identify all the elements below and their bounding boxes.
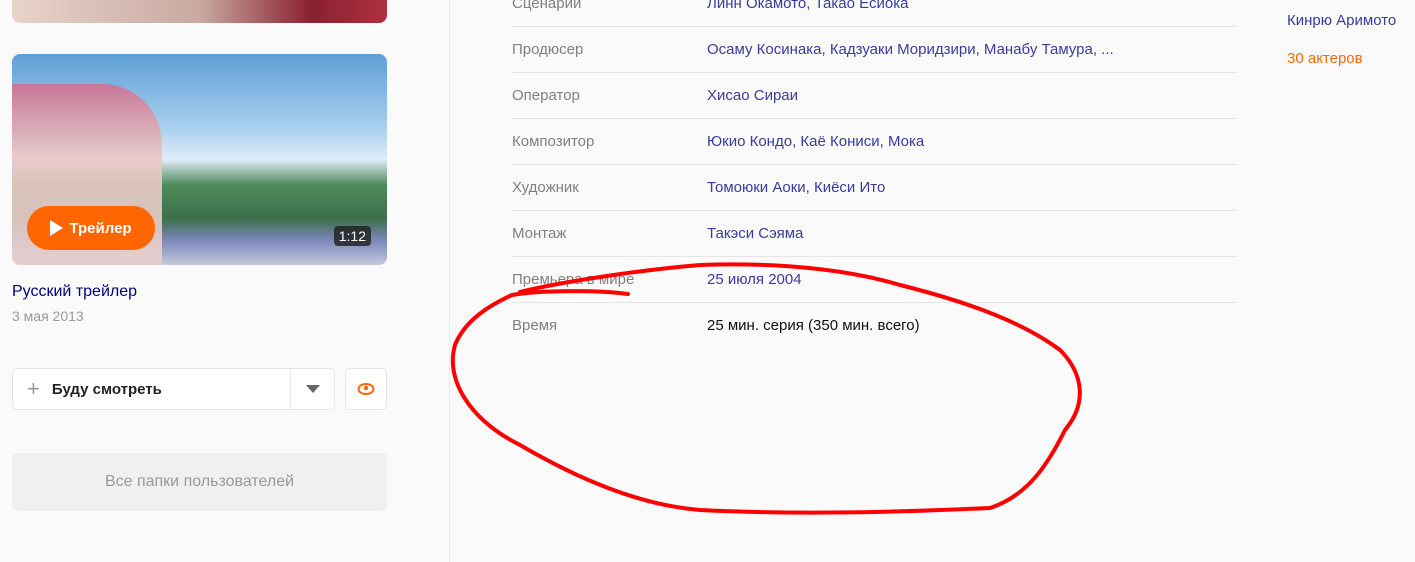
play-icon: [50, 220, 64, 236]
info-row-screenplay: Сценарий Линн Окамото, Такао Есиока: [512, 0, 1237, 27]
actor-link[interactable]: Кинрю Аримото: [1287, 12, 1396, 29]
trailer-title-link[interactable]: Русский трейлер: [12, 283, 137, 301]
watchlist-button[interactable]: + Буду смотреть: [13, 369, 290, 409]
info-row-artist: Художник Томоюки Аоки, Киёси Ито: [512, 165, 1237, 211]
info-value-link[interactable]: Линн Окамото, Такао Есиока: [707, 0, 908, 12]
eye-icon: [357, 383, 375, 395]
watchlist-dropdown-button[interactable]: [290, 369, 334, 409]
play-trailer-label: Трейлер: [69, 219, 132, 237]
info-row-runtime: Время 25 мин. серия (350 мин. всего): [512, 303, 1237, 348]
mark-watched-button[interactable]: [345, 368, 387, 410]
plus-icon: +: [27, 376, 40, 401]
trailer-duration: 1:12: [333, 226, 371, 246]
info-value-link[interactable]: Юкио Кондо, Каё Кониси, Мока: [707, 133, 924, 150]
info-row-premiere: Премьера в мире 25 июля 2004: [512, 257, 1237, 303]
trailer-thumbnail[interactable]: Трейлер 1:12: [12, 54, 387, 265]
info-label: Художник: [512, 179, 579, 196]
info-row-operator: Оператор Хисао Сираи: [512, 73, 1237, 119]
column-divider: [449, 0, 450, 562]
all-actors-link[interactable]: 30 актеров: [1287, 50, 1363, 67]
info-label: Время: [512, 317, 558, 334]
info-row-composer: Композитор Юкио Кондо, Каё Кониси, Мока: [512, 119, 1237, 165]
info-value: 25 мин. серия (350 мин. всего): [707, 317, 920, 334]
info-label: Композитор: [512, 133, 595, 150]
poster-image[interactable]: [12, 0, 387, 23]
watchlist-label: Буду смотреть: [51, 380, 162, 398]
info-label: Монтаж: [512, 225, 567, 242]
info-value-link[interactable]: Хисао Сираи: [707, 87, 798, 104]
watchlist-control: + Буду смотреть: [12, 368, 335, 410]
play-trailer-button[interactable]: Трейлер: [27, 206, 155, 250]
info-label: Продюсер: [512, 41, 584, 58]
info-label: Оператор: [512, 87, 580, 104]
info-label: Премьера в мире: [512, 271, 635, 288]
caret-down-icon: [305, 385, 320, 393]
crew-info-table: Сценарий Линн Окамото, Такао Есиока Продю…: [512, 0, 1237, 348]
info-row-producer: Продюсер Осаму Косинака, Кадзуаки Моридзи…: [512, 27, 1237, 73]
info-value-link[interactable]: Томоюки Аоки, Киёси Ито: [707, 179, 885, 196]
info-value-link[interactable]: 25 июля 2004: [707, 271, 802, 288]
info-value-link[interactable]: Осаму Косинака, Кадзуаки Моридзири, Мана…: [707, 41, 1114, 58]
info-value-link[interactable]: Такэси Сэяма: [707, 225, 803, 242]
info-row-editing: Монтаж Такэси Сэяма: [512, 211, 1237, 257]
all-user-folders-button[interactable]: Все папки пользователей: [12, 453, 387, 511]
trailer-date: 3 мая 2013: [12, 308, 84, 324]
info-label: Сценарий: [512, 0, 582, 12]
